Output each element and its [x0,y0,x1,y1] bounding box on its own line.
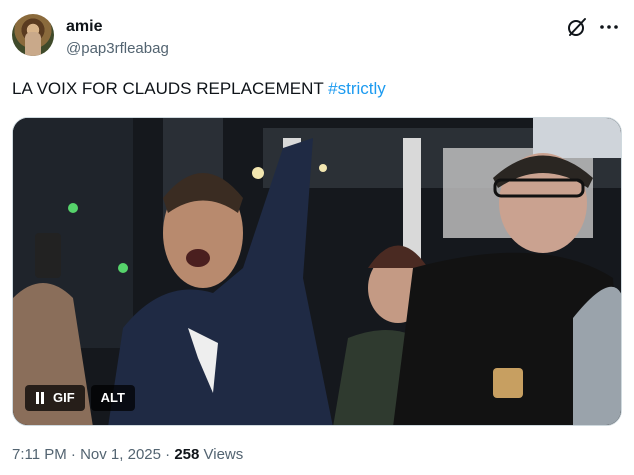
post-date[interactable]: Nov 1, 2025 [80,446,161,463]
gif-media[interactable]: GIF ALT [12,117,622,426]
user-handle[interactable]: @pap3rfleabag [66,40,169,57]
user-name[interactable]: amie [66,18,102,36]
meta-separator: · [66,446,81,463]
more-options-icon[interactable] [598,16,620,38]
gif-badge[interactable]: GIF [25,385,85,411]
hashtag-link[interactable]: #strictly [328,79,386,98]
meta-separator: · [160,446,175,463]
tweet-body: LA VOIX FOR CLAUDS REPLACEMENT [12,79,329,98]
views-label: Views [199,446,244,463]
tweet-header: amie @pap3rfleabag [12,14,622,62]
avatar-figure [25,32,41,56]
alt-label: ALT [100,390,125,405]
gif-label: GIF [53,390,75,405]
tweet-meta: 7:11 PM · Nov 1, 2025 · 258 Views [12,446,243,463]
media-badges: GIF ALT [25,385,135,411]
tweet-text: LA VOIX FOR CLAUDS REPLACEMENT #strictly [12,79,386,99]
pause-icon[interactable] [35,392,45,404]
grok-icon[interactable] [566,16,588,38]
post-time[interactable]: 7:11 PM [12,446,67,463]
avatar[interactable] [12,14,54,56]
views-count[interactable]: 258 [174,446,199,463]
gif-scene [13,118,621,425]
alt-badge[interactable]: ALT [90,385,135,411]
